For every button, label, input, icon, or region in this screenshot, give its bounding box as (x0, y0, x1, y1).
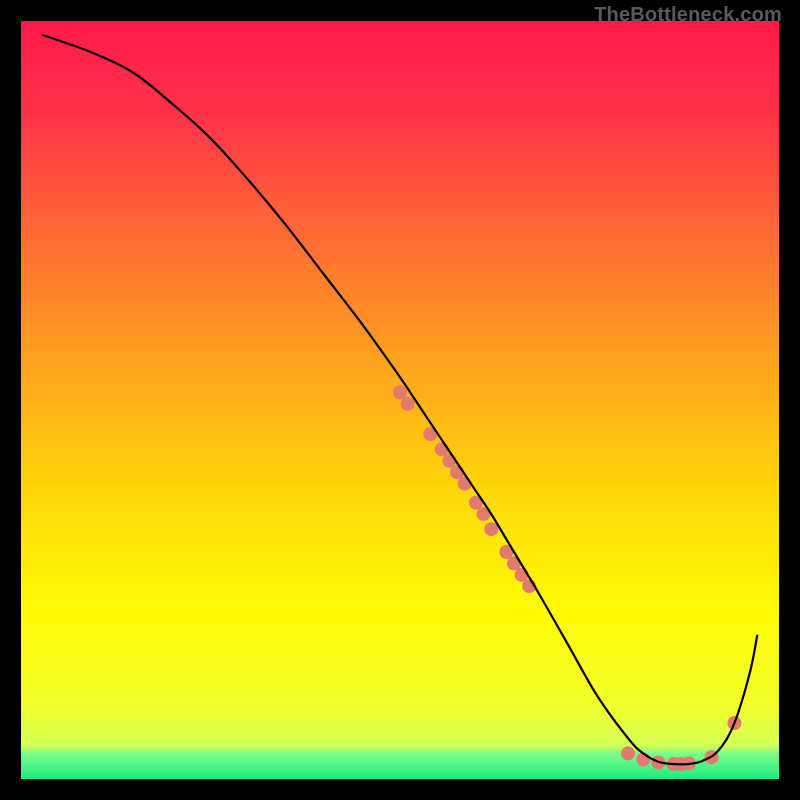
data-point (515, 568, 529, 582)
data-point (393, 385, 407, 399)
plot-area (20, 20, 780, 780)
data-point (442, 454, 456, 468)
data-point (450, 465, 464, 479)
bottleneck-chart (0, 0, 800, 800)
data-point (401, 397, 415, 411)
data-point (458, 477, 472, 491)
data-point (484, 522, 498, 536)
data-point (621, 746, 635, 760)
watermark-label: TheBottleneck.com (594, 4, 782, 27)
chart-stage: TheBottleneck.com (0, 0, 800, 800)
data-point (435, 442, 449, 456)
